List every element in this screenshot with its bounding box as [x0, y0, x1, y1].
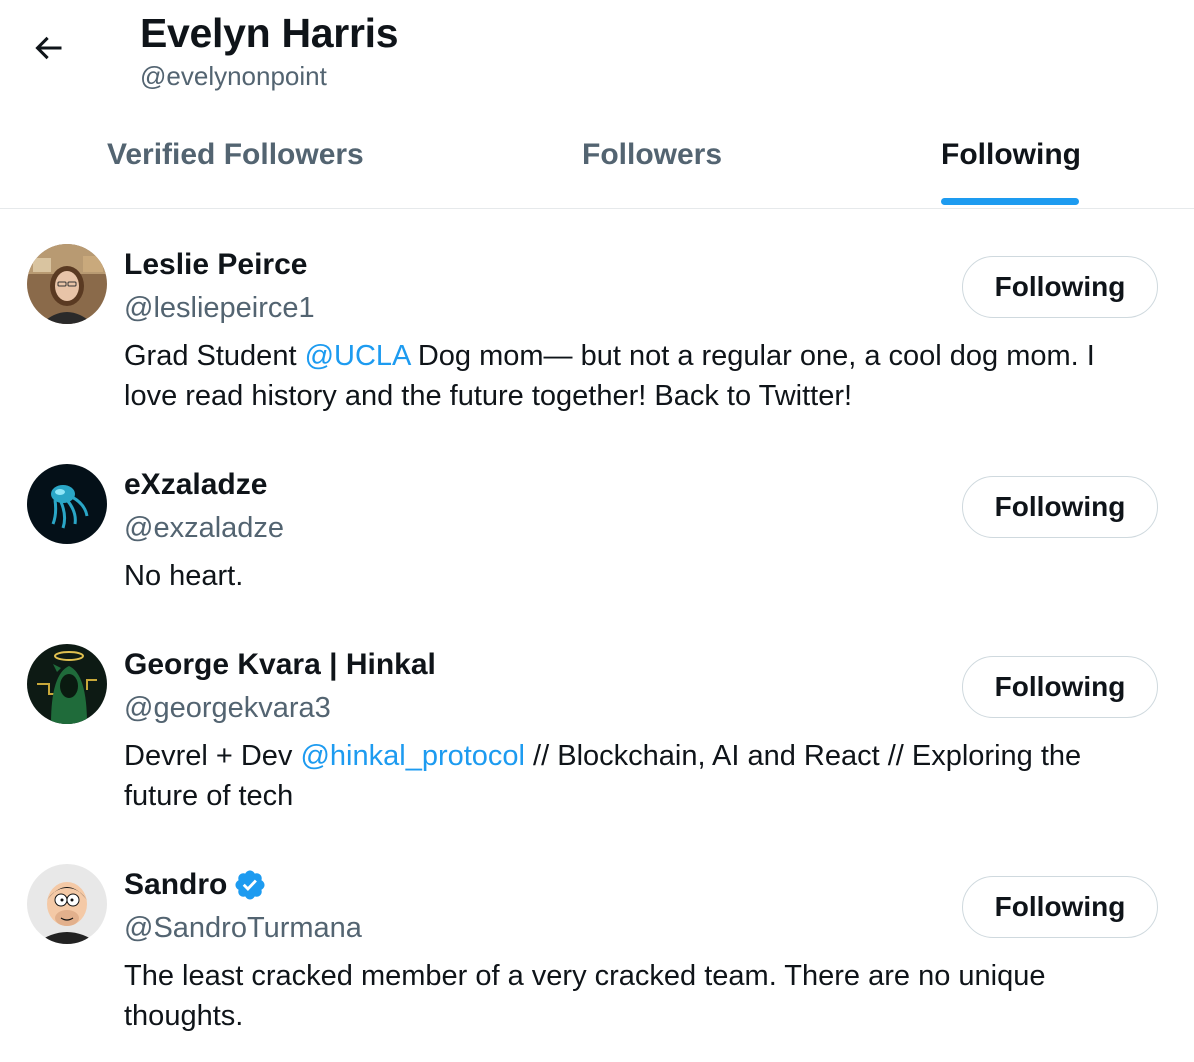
avatar-image [27, 864, 107, 944]
avatar[interactable] [27, 244, 107, 324]
verified-badge-icon[interactable] [233, 868, 267, 902]
user-name-text: Sandro [124, 868, 228, 901]
user-name[interactable]: Leslie Peirce [124, 246, 307, 284]
user-name[interactable]: Sandro [124, 866, 267, 904]
bio-text: Devrel + Dev [124, 740, 301, 772]
avatar[interactable] [27, 644, 107, 724]
user-bio: The least cracked member of a very crack… [124, 956, 1154, 1036]
user-handle[interactable]: @georgekvara3 [124, 690, 331, 726]
avatar[interactable] [27, 464, 107, 544]
following-button[interactable]: Following [962, 256, 1158, 318]
tab-verified-followers[interactable]: Verified Followers [90, 100, 376, 208]
user-cell[interactable]: George Kvara | Hinkal @georgekvara3 Foll… [0, 610, 1194, 830]
user-bio: Grad Student @UCLA Dog mom— but not a re… [124, 336, 1154, 416]
following-button[interactable]: Following [962, 656, 1158, 718]
avatar-image [27, 644, 107, 724]
bio-mention-link[interactable]: @hinkal_protocol [300, 740, 525, 772]
user-handle[interactable]: @exzaladze [124, 510, 284, 546]
user-name-text: Leslie Peirce [124, 248, 308, 281]
following-button[interactable]: Following [962, 476, 1158, 538]
profile-handle: @evelynonpoint [140, 61, 327, 91]
user-cell[interactable]: eXzaladze @exzaladze Following No heart. [0, 430, 1194, 610]
bio-text: Grad Student [124, 340, 305, 372]
active-tab-indicator [941, 198, 1079, 205]
bio-mention-link[interactable]: @UCLA [305, 340, 410, 372]
avatar[interactable] [27, 864, 107, 944]
user-name[interactable]: eXzaladze [124, 466, 267, 504]
user-name[interactable]: George Kvara | Hinkal [124, 646, 436, 684]
user-cell[interactable]: Sandro @SandroTurmana Following The leas… [0, 830, 1194, 1062]
bio-text: The least cracked member of a very crack… [124, 960, 1046, 1032]
tab-label: Followers [582, 138, 723, 171]
user-handle[interactable]: @SandroTurmana [124, 910, 362, 946]
avatar-image [27, 244, 107, 324]
following-button[interactable]: Following [962, 876, 1158, 938]
user-bio: No heart. [124, 556, 1154, 596]
tab-bar: Verified Followers Followers Following [0, 100, 1194, 209]
user-name-text: George Kvara | Hinkal [124, 648, 436, 681]
bio-text: No heart. [124, 560, 244, 592]
avatar-image [27, 464, 107, 544]
tab-followers[interactable]: Followers [565, 100, 733, 208]
user-cell[interactable]: Leslie Peirce @lesliepeirce1 Following G… [0, 210, 1194, 430]
user-name-text: eXzaladze [124, 468, 268, 501]
tab-following[interactable]: Following [924, 100, 1096, 208]
user-handle[interactable]: @lesliepeirce1 [124, 290, 315, 326]
back-button[interactable] [28, 28, 68, 68]
following-page: Evelyn Harris @evelynonpoint Verified Fo… [0, 0, 1194, 1062]
arrow-left-icon [35, 36, 62, 60]
user-bio: Devrel + Dev @hinkal_protocol // Blockch… [124, 736, 1154, 816]
profile-name: Evelyn Harris [140, 10, 399, 56]
tab-label: Following [941, 138, 1081, 171]
tab-label: Verified Followers [107, 138, 364, 171]
